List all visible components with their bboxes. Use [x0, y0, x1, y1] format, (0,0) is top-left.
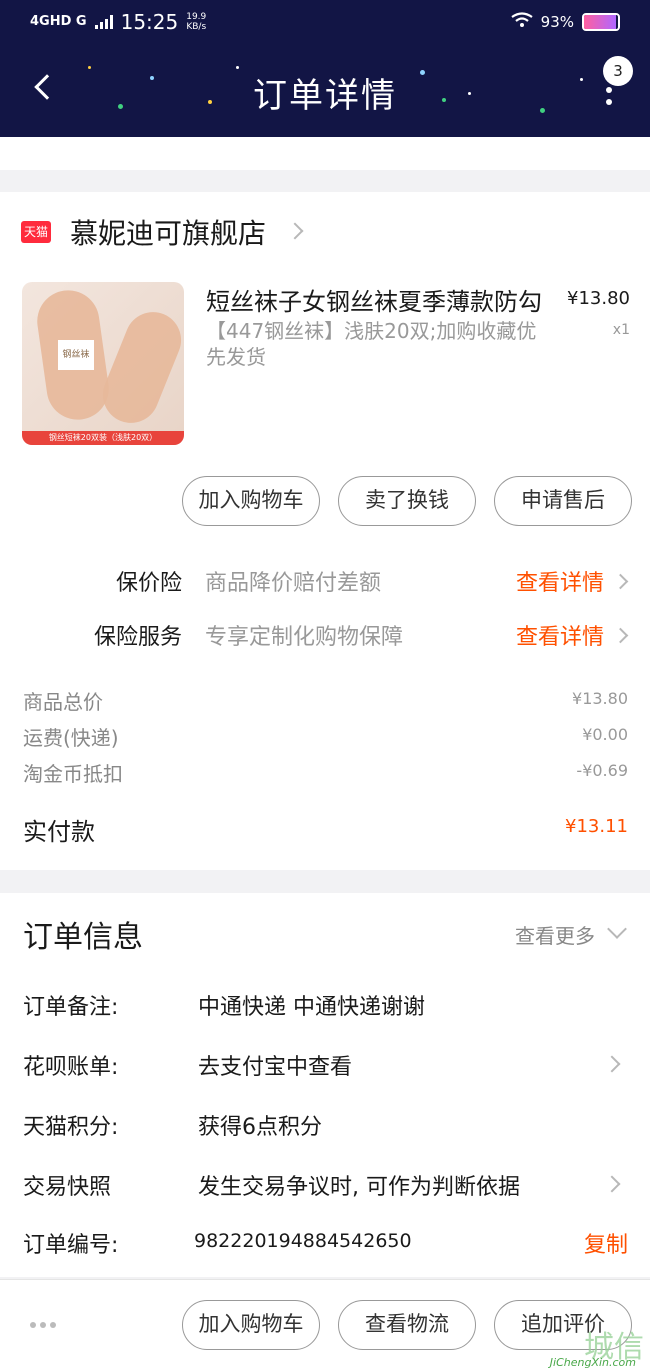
- status-bar: 4GHD G 15:25 19.9 KB/s 93%: [30, 10, 620, 40]
- price-protection-details-link[interactable]: 查看详情: [516, 565, 629, 597]
- huabei-bill-label: 花呗账单:: [23, 1055, 119, 1080]
- footer-add-to-cart-button[interactable]: 加入购物车: [182, 1300, 320, 1350]
- view-more-label: 查看更多: [515, 924, 595, 948]
- network-indicator: 4GHD G: [30, 14, 87, 29]
- page-title: 订单详情: [253, 76, 397, 116]
- more-actions-icon[interactable]: [30, 1322, 56, 1328]
- insurance-label-service: 保险服务: [93, 625, 182, 650]
- summary-label-shipping: 运费(快递): [23, 726, 119, 750]
- product-price: ¥13.80: [567, 288, 630, 309]
- paid-value: ¥13.11: [565, 816, 628, 837]
- insurance-label-price-protection: 保价险: [115, 571, 182, 596]
- watermark-url: JiChengXin.com: [549, 1356, 636, 1369]
- product-quantity: x1: [612, 322, 630, 338]
- product-sku: 【447钢丝袜】浅肤20双;加购收藏优先发货: [206, 319, 537, 369]
- product-image-caption: 钢丝短袜20双装（浅肤20双）: [22, 431, 184, 445]
- message-count-badge[interactable]: 3: [603, 56, 633, 86]
- battery-percent: 93%: [540, 13, 574, 31]
- network-speed: 19.9 KB/s: [186, 12, 207, 32]
- product-image-label: 钢丝袜: [58, 340, 94, 370]
- order-info-title: 订单信息: [23, 920, 143, 955]
- summary-label-coins: 淘金币抵扣: [23, 762, 123, 786]
- wifi-icon: [511, 12, 533, 32]
- after-sale-button[interactable]: 申请售后: [494, 476, 632, 526]
- details-link-label: 查看详情: [516, 571, 605, 596]
- shop-name: 慕妮迪可旗舰店: [70, 217, 267, 250]
- insurance-desc-service: 专享定制化购物保障: [205, 625, 404, 650]
- trade-snapshot-link[interactable]: 发生交易争议时, 可作为判断依据: [198, 1169, 520, 1201]
- order-note-value: 中通快递 中通快递谢谢: [198, 995, 425, 1020]
- app-header: 4GHD G 15:25 19.9 KB/s 93% 订单详情 3: [0, 0, 650, 137]
- summary-value-subtotal: ¥13.80: [572, 689, 628, 708]
- order-number-value: 982220194884542650: [194, 1230, 412, 1252]
- battery-icon: [582, 13, 620, 31]
- product-image[interactable]: 钢丝袜 钢丝短袜20双装（浅肤20双）: [22, 282, 184, 445]
- insurance-desc-price-protection: 商品降价赔付差额: [205, 571, 382, 596]
- shop-name-link[interactable]: 慕妮迪可旗舰店: [70, 212, 304, 252]
- summary-value-shipping: ¥0.00: [582, 725, 628, 744]
- insurance-service-details-link[interactable]: 查看详情: [516, 619, 629, 651]
- order-note-label: 订单备注:: [23, 995, 119, 1020]
- chevron-right-icon: [612, 627, 629, 644]
- tmall-badge-icon: 天猫: [21, 221, 51, 243]
- huabei-bill-link[interactable]: 去支付宝中查看: [198, 1049, 352, 1081]
- trade-snapshot-label: 交易快照: [23, 1175, 112, 1200]
- tmall-points-value: 获得6点积分: [198, 1115, 322, 1140]
- signal-icon: [94, 15, 113, 29]
- summary-value-coins: -¥0.69: [576, 761, 628, 780]
- product-title[interactable]: 短丝袜子女钢丝袜夏季薄款防勾: [206, 282, 542, 317]
- status-time: 15:25: [120, 10, 179, 34]
- details-link-label: 查看详情: [516, 625, 605, 650]
- spacer-strip: [0, 137, 650, 170]
- paid-label: 实付款: [23, 818, 95, 846]
- copy-order-number-button[interactable]: 复制: [584, 1227, 628, 1259]
- chevron-right-icon: [286, 222, 304, 240]
- tmall-points-label: 天猫积分:: [23, 1115, 119, 1140]
- add-to-cart-button[interactable]: 加入购物车: [182, 476, 320, 526]
- track-shipment-button[interactable]: 查看物流: [338, 1300, 476, 1350]
- order-number-label: 订单编号:: [23, 1233, 119, 1258]
- summary-label-subtotal: 商品总价: [23, 690, 103, 714]
- chevron-right-icon: [612, 573, 629, 590]
- view-more-button[interactable]: 查看更多: [515, 920, 595, 949]
- resell-button[interactable]: 卖了换钱: [338, 476, 476, 526]
